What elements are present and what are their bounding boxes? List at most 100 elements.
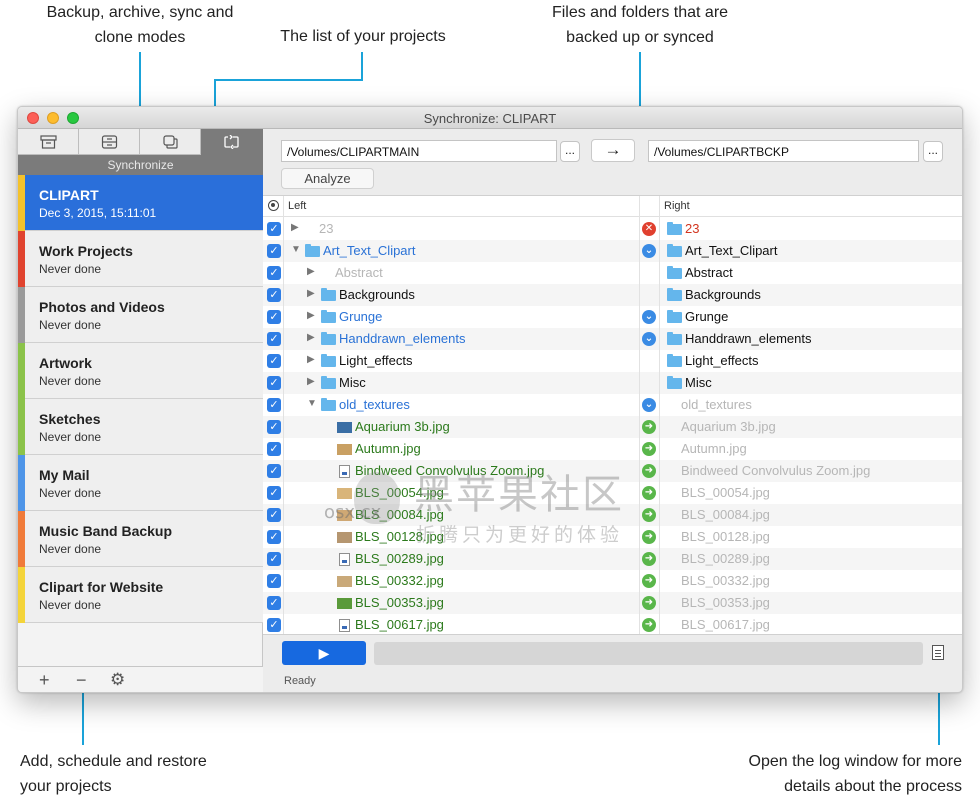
mode-sync-button[interactable] xyxy=(201,129,263,155)
remove-project-button[interactable]: − xyxy=(76,670,87,690)
row-checkbox[interactable]: ✓ xyxy=(267,398,281,412)
row-checkbox[interactable]: ✓ xyxy=(267,508,281,522)
table-row[interactable]: ✓ ▶ Grunge ⌄ Grunge xyxy=(263,306,962,328)
disclosure-triangle-icon[interactable]: ▶ xyxy=(291,222,299,233)
sync-action-green-icon[interactable]: ➜ xyxy=(642,596,656,610)
table-row[interactable]: ✓ BLS_00054.jpg ➜ BLS_00054.jpg xyxy=(263,482,962,504)
play-button[interactable]: ▶ xyxy=(282,641,366,665)
table-row[interactable]: ✓ ▶ 23 ✕ 23 xyxy=(263,218,962,240)
table-row[interactable]: ✓ Bindweed Convolvulus Zoom.jpg ➜ Bindweed … xyxy=(263,460,962,482)
table-row[interactable]: ✓ BLS_00332.jpg ➜ BLS_00332.jpg xyxy=(263,570,962,592)
table-row[interactable]: ✓ ▶ Backgrounds Backgrounds xyxy=(263,284,962,306)
project-item[interactable]: CLIPART Dec 3, 2015, 15:11:01 xyxy=(18,175,263,231)
table-row[interactable]: ✓ BLS_00617.jpg ➜ BLS_00617.jpg xyxy=(263,614,962,634)
image-thumbnail-icon xyxy=(337,598,352,609)
sync-action-green-icon[interactable]: ➜ xyxy=(642,618,656,632)
disclosure-triangle-icon[interactable]: ▶ xyxy=(307,332,315,343)
table-row[interactable]: ✓ BLS_00353.jpg ➜ BLS_00353.jpg xyxy=(263,592,962,614)
table-row[interactable]: ✓ BLS_00128.jpg ➜ BLS_00128.jpg xyxy=(263,526,962,548)
project-item[interactable]: My Mail Never done xyxy=(18,455,263,511)
sync-action-blue-icon[interactable]: ⌄ xyxy=(642,398,656,412)
project-item[interactable]: Work Projects Never done xyxy=(18,231,263,287)
table-row[interactable]: ✓ ▼ Art_Text_Clipart ⌄ Art_Text_Clipart xyxy=(263,240,962,262)
row-checkbox[interactable]: ✓ xyxy=(267,442,281,456)
right-browse-button[interactable]: ... xyxy=(923,141,943,162)
file-icon xyxy=(339,465,350,478)
row-checkbox[interactable]: ✓ xyxy=(267,288,281,302)
row-checkbox[interactable]: ✓ xyxy=(267,376,281,390)
sync-action-blue-icon[interactable]: ⌄ xyxy=(642,332,656,346)
project-item[interactable]: Music Band Backup Never done xyxy=(18,511,263,567)
project-item[interactable]: Clipart for Website Never done xyxy=(18,567,263,623)
row-checkbox[interactable]: ✓ xyxy=(267,310,281,324)
row-checkbox[interactable]: ✓ xyxy=(267,420,281,434)
disclosure-triangle-icon[interactable]: ▼ xyxy=(291,244,301,255)
table-row[interactable]: ✓ ▼ old_textures ⌄ old_textures xyxy=(263,394,962,416)
table-row[interactable]: ✓ ▶ Abstract Abstract xyxy=(263,262,962,284)
mode-clone-button[interactable] xyxy=(140,129,201,155)
sync-action-green-icon[interactable]: ➜ xyxy=(642,420,656,434)
disclosure-triangle-icon[interactable]: ▶ xyxy=(307,376,315,387)
row-checkbox[interactable]: ✓ xyxy=(267,530,281,544)
row-checkbox[interactable]: ✓ xyxy=(267,552,281,566)
right-path-field[interactable]: /Volumes/CLIPARTBCKP xyxy=(648,140,919,162)
sync-action-green-icon[interactable]: ➜ xyxy=(642,552,656,566)
sync-action-green-icon[interactable]: ➜ xyxy=(642,508,656,522)
left-browse-button[interactable]: ... xyxy=(560,141,580,162)
disclosure-triangle-icon[interactable]: ▼ xyxy=(307,398,317,409)
sync-action-green-icon[interactable]: ➜ xyxy=(642,442,656,456)
sync-direction-button[interactable]: → xyxy=(591,139,635,162)
project-last-run: Never done xyxy=(39,430,102,444)
row-checkbox[interactable]: ✓ xyxy=(267,266,281,280)
row-checkbox[interactable]: ✓ xyxy=(267,244,281,258)
column-left-header[interactable]: Left xyxy=(288,200,306,212)
sync-action-green-icon[interactable]: ➜ xyxy=(642,486,656,500)
project-color-tag xyxy=(18,455,25,511)
disclosure-triangle-icon[interactable]: ▶ xyxy=(307,354,315,365)
row-checkbox[interactable]: ✓ xyxy=(267,574,281,588)
left-item-name: BLS_00084.jpg xyxy=(355,507,444,522)
log-document-icon[interactable] xyxy=(932,645,944,660)
row-checkbox[interactable]: ✓ xyxy=(267,486,281,500)
settings-gear-icon[interactable]: ⚙ xyxy=(110,670,125,690)
sync-action-green-icon[interactable]: ➜ xyxy=(642,464,656,478)
disclosure-triangle-icon[interactable]: ▶ xyxy=(307,288,315,299)
sync-action-blue-icon[interactable]: ⌄ xyxy=(642,310,656,324)
table-row[interactable]: ✓ ▶ Misc Misc xyxy=(263,372,962,394)
project-last-run: Never done xyxy=(39,318,102,332)
analyze-button[interactable]: Analyze xyxy=(281,168,374,189)
column-separator-right xyxy=(659,196,660,634)
disclosure-triangle-icon[interactable]: ▶ xyxy=(307,310,315,321)
select-all-icon[interactable] xyxy=(268,200,279,211)
add-project-button[interactable]: + xyxy=(39,670,50,690)
sync-action-green-icon[interactable]: ➜ xyxy=(642,530,656,544)
table-row[interactable]: ✓ BLS_00084.jpg ➜ BLS_00084.jpg xyxy=(263,504,962,526)
row-checkbox[interactable]: ✓ xyxy=(267,332,281,346)
project-item[interactable]: Sketches Never done xyxy=(18,399,263,455)
sync-action-blue-icon[interactable]: ⌄ xyxy=(642,244,656,258)
table-row[interactable]: ✓ Aquarium 3b.jpg ➜ Aquarium 3b.jpg xyxy=(263,416,962,438)
row-checkbox[interactable]: ✓ xyxy=(267,618,281,632)
table-row[interactable]: ✓ BLS_00289.jpg ➜ BLS_00289.jpg xyxy=(263,548,962,570)
mode-backup-button[interactable] xyxy=(79,129,140,155)
sync-action-green-icon[interactable]: ➜ xyxy=(642,574,656,588)
left-item-name: BLS_00617.jpg xyxy=(355,617,444,632)
table-row[interactable]: ✓ ▶ Handdrawn_elements ⌄ Handdrawn_elements xyxy=(263,328,962,350)
folder-icon xyxy=(667,332,682,345)
folder-icon xyxy=(667,222,682,235)
right-item-name: Misc xyxy=(685,375,712,390)
disclosure-triangle-icon[interactable]: ▶ xyxy=(307,266,315,277)
row-checkbox[interactable]: ✓ xyxy=(267,596,281,610)
row-checkbox[interactable]: ✓ xyxy=(267,354,281,368)
left-item-name: Light_effects xyxy=(339,353,413,368)
left-path-field[interactable]: /Volumes/CLIPARTMAIN xyxy=(281,140,557,162)
mode-archive-button[interactable] xyxy=(18,129,79,155)
row-checkbox[interactable]: ✓ xyxy=(267,464,281,478)
project-item[interactable]: Photos and Videos Never done xyxy=(18,287,263,343)
column-right-header[interactable]: Right xyxy=(664,200,690,212)
row-checkbox[interactable]: ✓ xyxy=(267,222,281,236)
project-item[interactable]: Artwork Never done xyxy=(18,343,263,399)
table-row[interactable]: ✓ ▶ Light_effects Light_effects xyxy=(263,350,962,372)
sync-action-red-icon[interactable]: ✕ xyxy=(642,222,656,236)
table-row[interactable]: ✓ Autumn.jpg ➜ Autumn.jpg xyxy=(263,438,962,460)
